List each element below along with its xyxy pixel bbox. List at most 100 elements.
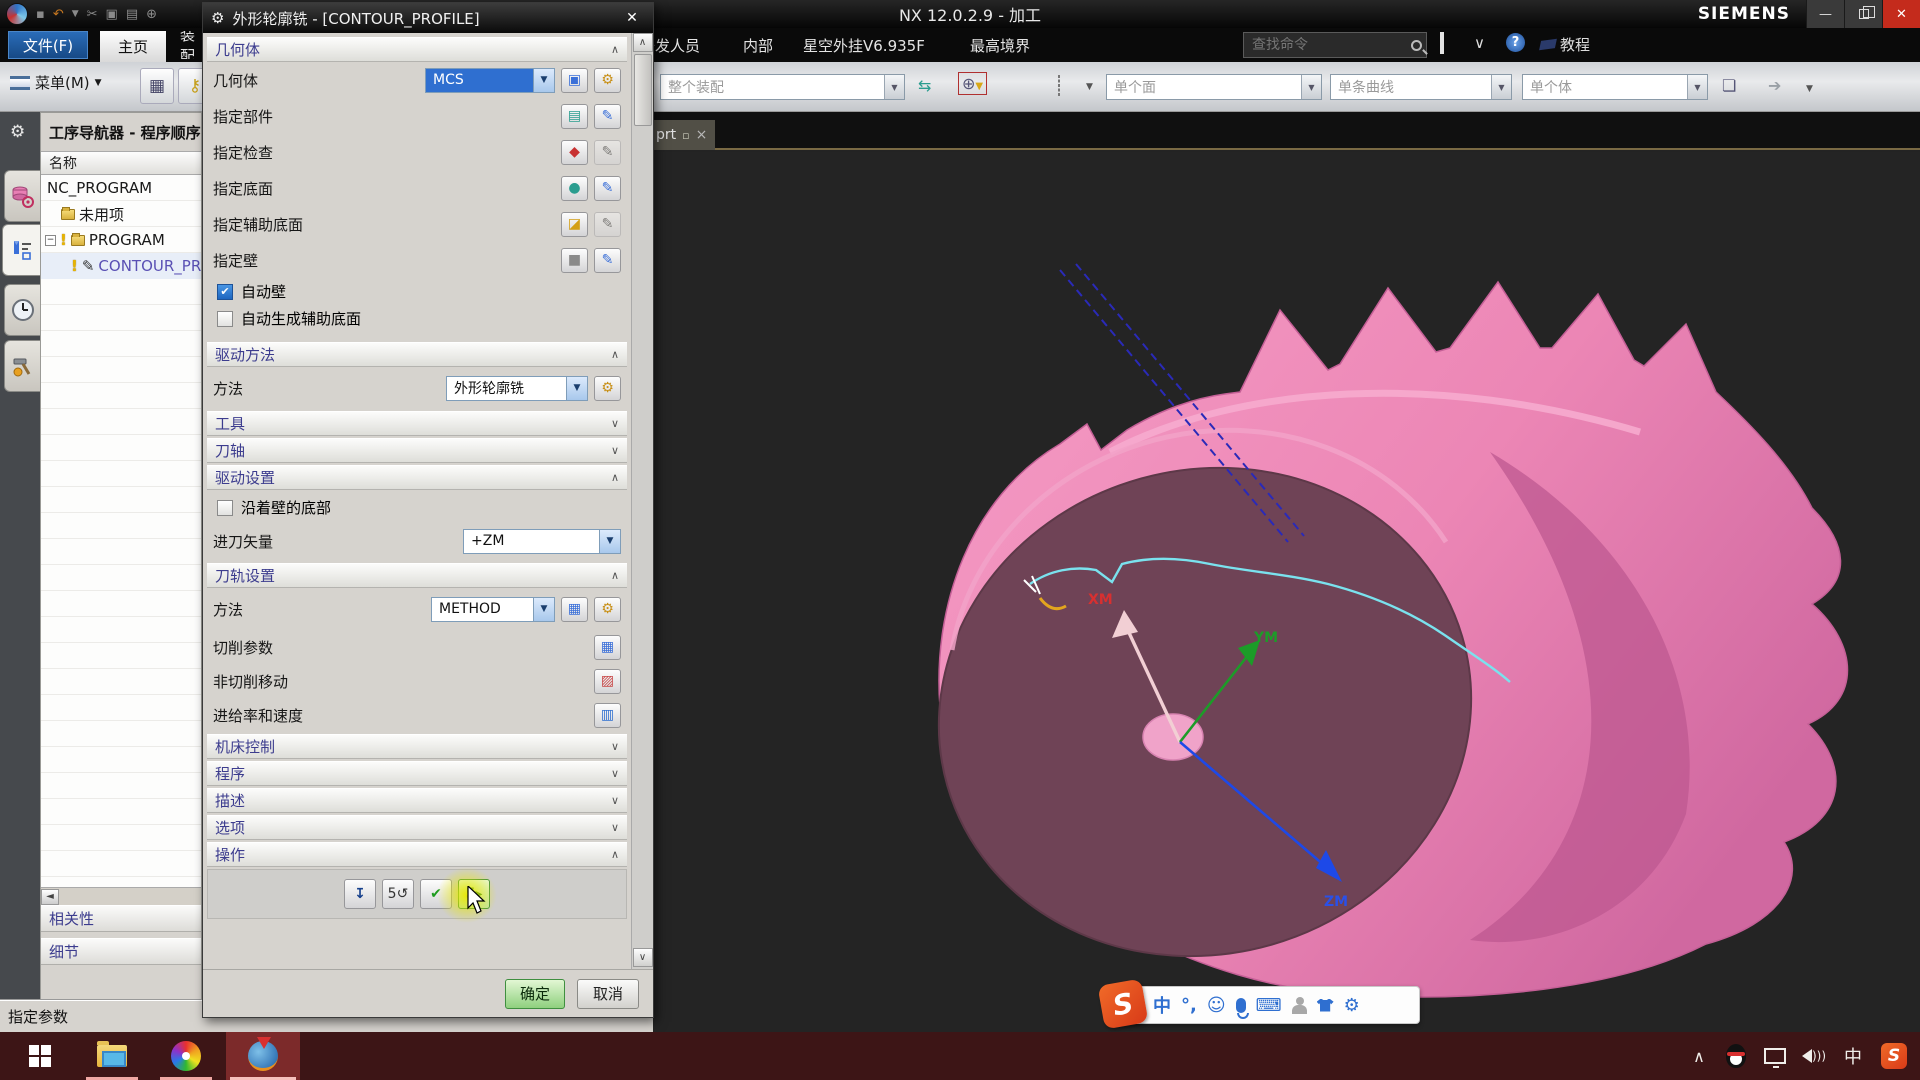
section-actions[interactable]: 操作 ∧ bbox=[207, 842, 627, 867]
account-icon[interactable] bbox=[1292, 996, 1307, 1014]
save-icon[interactable]: ▪ bbox=[36, 7, 45, 22]
minimize-button[interactable]: — bbox=[1806, 0, 1844, 28]
tutorial-button[interactable]: 教程 bbox=[1540, 34, 1590, 55]
path-method-combo[interactable]: METHOD ▼ bbox=[431, 597, 555, 622]
edit-part-button[interactable]: ✎ bbox=[594, 104, 621, 129]
section-geometry[interactable]: 几何体 ∧ bbox=[207, 37, 627, 62]
section-dependencies[interactable]: 相关性 bbox=[41, 905, 201, 932]
curve-rule-combo[interactable]: 单条曲线▼ bbox=[1330, 74, 1512, 100]
verify-toolpath-button[interactable]: ✔ bbox=[420, 879, 452, 909]
taskbar-nx-active[interactable] bbox=[226, 1032, 300, 1080]
section-description[interactable]: 描述 ∨ bbox=[207, 788, 627, 813]
select-dropdown-icon[interactable]: ▼ bbox=[1086, 82, 1093, 92]
tab-plugin[interactable]: 星空外挂V6.935F bbox=[803, 31, 925, 59]
chevron-down-icon[interactable]: ∨ bbox=[611, 444, 619, 457]
feed-vector-combo[interactable]: +ZM ▼ bbox=[463, 529, 621, 554]
cut-icon[interactable]: ✂ bbox=[87, 7, 98, 22]
chevron-down-icon[interactable]: ∨ bbox=[611, 767, 619, 780]
minimize-ribbon-icon[interactable]: ∨ bbox=[1474, 34, 1485, 52]
ime-punctuation-icon[interactable]: °, bbox=[1181, 995, 1197, 1016]
new-geometry-button[interactable]: ▣ bbox=[561, 68, 588, 93]
edit-drive-method-button[interactable]: ⚙ bbox=[594, 376, 621, 401]
chevron-up-icon[interactable]: ∧ bbox=[611, 569, 619, 582]
ime-mode-chinese[interactable]: 中 bbox=[1153, 992, 1171, 1018]
dropdown-icon[interactable]: ▼ bbox=[599, 530, 620, 553]
copy-icon[interactable]: ▣ bbox=[106, 7, 118, 22]
forward-arrow-icon[interactable]: ➔ bbox=[1768, 76, 1781, 95]
dropdown-icon[interactable]: ▼ bbox=[533, 598, 554, 621]
tray-expand-button[interactable]: ∧ bbox=[1682, 1032, 1716, 1080]
replay-toolpath-button[interactable]: 5↺ bbox=[382, 879, 414, 909]
section-drive-settings[interactable]: 驱动设置 ∧ bbox=[207, 465, 627, 490]
chevron-up-icon[interactable]: ∧ bbox=[611, 43, 619, 56]
select-check-button[interactable]: ◆ bbox=[561, 140, 588, 165]
tree-row-unused[interactable]: 未用项 bbox=[41, 201, 201, 227]
ok-button[interactable]: 确定 bbox=[505, 979, 565, 1009]
help-icon[interactable]: ? bbox=[1506, 33, 1525, 52]
new-method-button[interactable]: ▦ bbox=[561, 597, 588, 622]
snap-point-filter-icon[interactable]: ⊕▼ bbox=[958, 72, 987, 95]
cancel-button[interactable]: 取消 bbox=[577, 979, 639, 1009]
edit-floor-button[interactable]: ✎ bbox=[594, 176, 621, 201]
tab-file[interactable]: 文件(F) bbox=[8, 31, 88, 59]
undo-dropdown-icon[interactable]: ▼ bbox=[72, 9, 79, 19]
tree-row-program[interactable]: − ! PROGRAM bbox=[41, 227, 201, 253]
scroll-up-icon[interactable]: ∧ bbox=[633, 33, 653, 52]
section-machine-control[interactable]: 机床控制 ∨ bbox=[207, 734, 627, 759]
emoji-icon[interactable]: ☺ bbox=[1207, 995, 1226, 1016]
feeds-speeds-button[interactable]: ▥ bbox=[594, 703, 621, 728]
toolbar-more-icon[interactable]: ▼ bbox=[1806, 84, 1813, 94]
scroll-down-icon[interactable]: ∨ bbox=[633, 948, 653, 967]
rectangle-select-icon[interactable] bbox=[1058, 76, 1060, 95]
geometry-combo[interactable]: MCS ▼ bbox=[425, 68, 555, 93]
menu-button[interactable]: 菜单(M) ▼ bbox=[10, 72, 102, 93]
move-object-icon[interactable]: ⊕ bbox=[146, 7, 157, 22]
microphone-icon[interactable] bbox=[1236, 998, 1246, 1013]
reverse-selection-icon[interactable]: ⇆ bbox=[918, 76, 931, 95]
tray-ime-indicator[interactable]: 中 bbox=[1836, 1032, 1870, 1080]
auto-wall-checkbox[interactable]: ✔ bbox=[217, 284, 233, 300]
expander-icon[interactable]: − bbox=[45, 235, 56, 246]
fullscreen-icon[interactable] bbox=[1440, 34, 1444, 52]
resource-gear-icon[interactable]: ⚙ bbox=[10, 122, 25, 142]
ime-settings-icon[interactable]: ⚙ bbox=[1344, 995, 1360, 1016]
cutting-params-button[interactable]: ▦ bbox=[594, 635, 621, 660]
tree-row-nc-program[interactable]: NC_PROGRAM bbox=[41, 175, 201, 201]
body-rule-combo[interactable]: 单个体▼ bbox=[1522, 74, 1708, 100]
skin-icon[interactable] bbox=[1317, 999, 1334, 1012]
dropdown-icon[interactable]: ▼ bbox=[884, 75, 904, 99]
selection-scope-combo[interactable]: 整个装配▼ bbox=[660, 74, 905, 100]
tray-volume-icon[interactable]: ))) bbox=[1796, 1032, 1832, 1080]
auto-aux-floor-checkbox[interactable] bbox=[217, 311, 233, 327]
search-icon[interactable] bbox=[1411, 40, 1422, 51]
dropdown-icon[interactable]: ▼ bbox=[1687, 75, 1707, 99]
face-rule-combo[interactable]: 单个面▼ bbox=[1106, 74, 1322, 100]
section-options[interactable]: 选项 ∨ bbox=[207, 815, 627, 840]
tab-machine-tool-view[interactable] bbox=[4, 284, 40, 336]
scrollbar-thumb[interactable] bbox=[634, 54, 652, 126]
tab-operation-navigator[interactable] bbox=[2, 224, 40, 276]
tab-realm[interactable]: 最高境界 bbox=[970, 31, 1030, 59]
tab-home[interactable]: 主页 bbox=[100, 31, 166, 62]
section-program[interactable]: 程序 ∨ bbox=[207, 761, 627, 786]
dropdown-icon[interactable]: ▼ bbox=[566, 377, 587, 400]
edit-geometry-button[interactable]: ⚙ bbox=[594, 68, 621, 93]
part-tab-close-icon[interactable]: × bbox=[696, 127, 708, 143]
start-button[interactable] bbox=[12, 1032, 68, 1080]
chevron-down-icon[interactable]: ∨ bbox=[611, 740, 619, 753]
graphics-viewport[interactable]: XM YM ZM bbox=[640, 152, 1920, 1032]
restore-button[interactable] bbox=[1844, 0, 1882, 28]
non-cutting-button[interactable]: ▨ bbox=[594, 669, 621, 694]
edit-wall-button[interactable]: ✎ bbox=[594, 248, 621, 273]
tab-geometry-view[interactable] bbox=[4, 170, 40, 222]
tray-sogou-icon[interactable]: S bbox=[1874, 1032, 1914, 1080]
select-floor-button[interactable]: ● bbox=[561, 176, 588, 201]
assembly-view-button[interactable]: ▦ bbox=[140, 68, 174, 104]
tray-network-icon[interactable] bbox=[1756, 1032, 1794, 1080]
command-search[interactable] bbox=[1243, 32, 1427, 58]
undo-icon[interactable]: ↶ bbox=[53, 7, 64, 22]
chevron-down-icon[interactable]: ∨ bbox=[611, 794, 619, 807]
edit-method-button[interactable]: ⚙ bbox=[594, 597, 621, 622]
tab-assembly[interactable]: 装配 bbox=[180, 31, 202, 59]
part-tab[interactable]: prt ▫ × bbox=[648, 120, 715, 150]
